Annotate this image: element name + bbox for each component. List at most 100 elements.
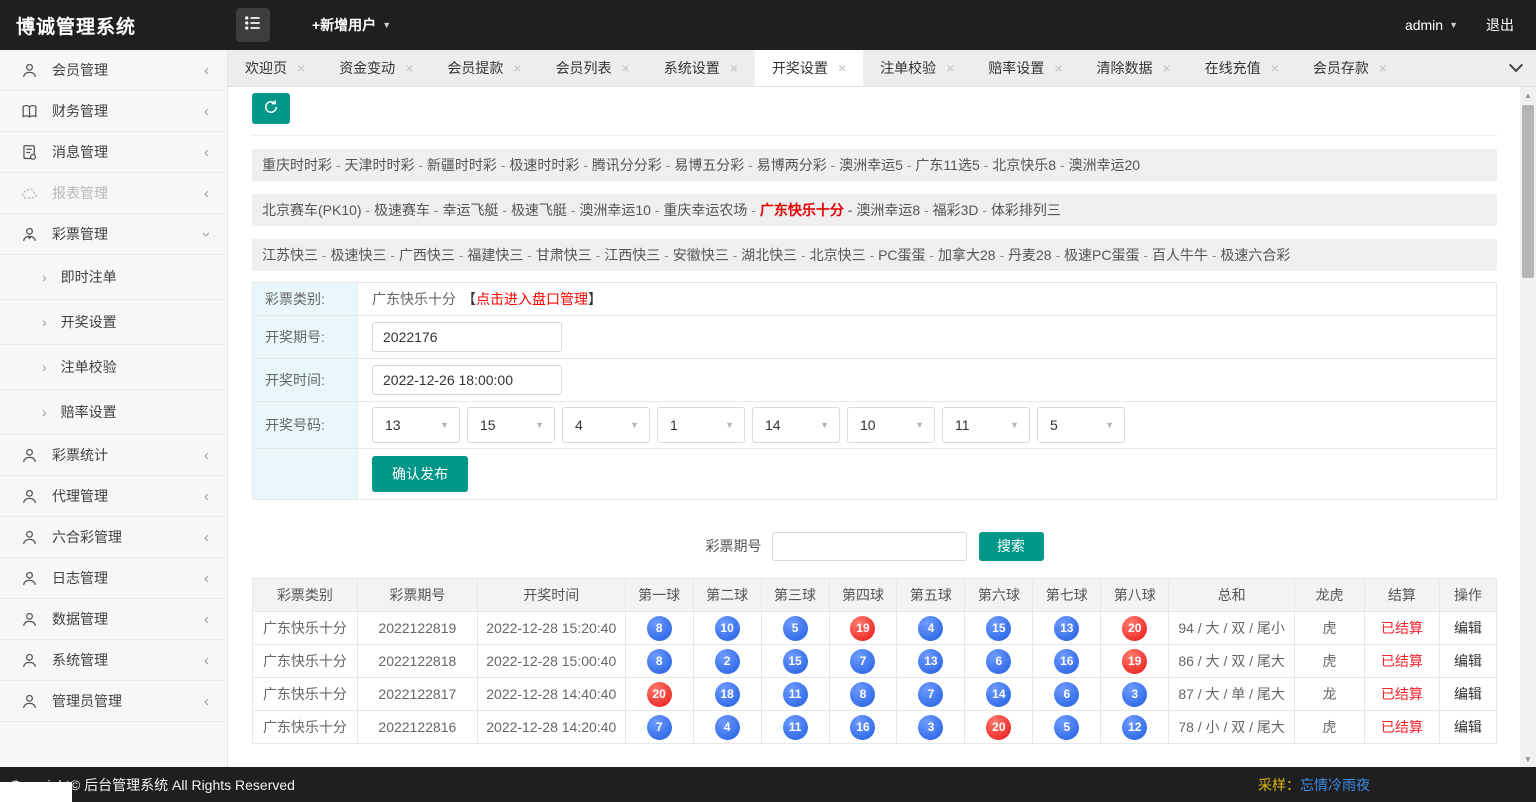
sidebar-item-log-mgmt[interactable]: 日志管理 ‹ (0, 558, 227, 599)
refresh-button[interactable] (252, 93, 290, 124)
add-user-button[interactable]: +新增用户 ▼ (312, 15, 391, 35)
scrollbar-thumb[interactable] (1522, 105, 1534, 278)
sidebar-item-data-mgmt[interactable]: 数据管理 ‹ (0, 599, 227, 640)
ball1-select[interactable]: 13 ▼ (372, 407, 460, 443)
scroll-down-icon[interactable]: ▼ (1520, 751, 1536, 767)
lottery-link[interactable]: 极速飞艇 (511, 202, 579, 218)
lottery-link-active[interactable]: 广东快乐十分 (760, 202, 856, 218)
lottery-link[interactable]: 百人牛牛 (1152, 247, 1220, 263)
lottery-link[interactable]: 重庆幸运农场 (663, 202, 759, 218)
user-menu[interactable]: admin ▼ (1405, 17, 1458, 33)
sidebar-item-agent-mgmt[interactable]: 代理管理 ‹ (0, 476, 227, 517)
sidebar-toggle-button[interactable] (236, 8, 270, 42)
sidebar-subitem-bet-check[interactable]: › 注单校验 (0, 345, 227, 390)
lottery-link[interactable]: 澳洲幸运20 (1068, 157, 1140, 173)
lottery-link[interactable]: 北京快三 (810, 247, 878, 263)
lottery-link[interactable]: 广东11选5 (915, 157, 992, 173)
lottery-link[interactable]: 天津时时彩 (344, 157, 426, 173)
sidebar-item-report-mgmt[interactable]: 报表管理 ‹ (0, 173, 227, 214)
lottery-link[interactable]: 湖北快三 (741, 247, 809, 263)
ball8-select[interactable]: 5 ▼ (1037, 407, 1125, 443)
close-icon[interactable]: × (622, 60, 630, 76)
lottery-link[interactable]: PC蛋蛋 (878, 247, 938, 263)
lottery-link[interactable]: 易博两分彩 (757, 157, 839, 173)
lottery-link[interactable]: 腾讯分分彩 (592, 157, 674, 173)
lottery-link[interactable]: 安徽快三 (673, 247, 741, 263)
edit-link[interactable]: 编辑 (1454, 686, 1482, 702)
close-icon[interactable]: × (1271, 60, 1279, 76)
draw-time-input[interactable] (372, 365, 562, 395)
close-icon[interactable]: × (1054, 60, 1062, 76)
vertical-scrollbar[interactable]: ▲ ▼ (1520, 87, 1536, 767)
search-button[interactable]: 搜索 (978, 531, 1044, 561)
lottery-link[interactable]: 极速时时彩 (509, 157, 591, 173)
close-icon[interactable]: × (946, 60, 954, 76)
issue-input[interactable] (372, 322, 562, 352)
lottery-link[interactable]: 福建快三 (467, 247, 535, 263)
lottery-link[interactable]: 北京赛车(PK10) (262, 202, 374, 218)
close-icon[interactable]: × (297, 60, 305, 76)
lottery-link[interactable]: 极速赛车 (374, 202, 442, 218)
edit-link[interactable]: 编辑 (1454, 620, 1482, 636)
close-icon[interactable]: × (1379, 60, 1387, 76)
ball6-select[interactable]: 10 ▼ (847, 407, 935, 443)
lottery-link[interactable]: 极速六合彩 (1220, 247, 1290, 263)
confirm-publish-button[interactable]: 确认发布 (372, 456, 468, 492)
edit-link[interactable]: 编辑 (1454, 653, 1482, 669)
lottery-link[interactable]: 重庆时时彩 (262, 157, 344, 173)
tab-odds-settings[interactable]: 赔率设置 × (971, 50, 1079, 86)
close-icon[interactable]: × (1163, 60, 1171, 76)
logout-button[interactable]: 退出 (1486, 15, 1514, 35)
tab-welcome[interactable]: 欢迎页 × (228, 50, 322, 86)
close-icon[interactable]: × (513, 60, 521, 76)
sidebar-item-mark6-mgmt[interactable]: 六合彩管理 ‹ (0, 517, 227, 558)
lottery-link[interactable]: 易博五分彩 (674, 157, 756, 173)
lottery-link[interactable]: 江西快三 (604, 247, 672, 263)
lottery-link[interactable]: 澳洲幸运8 (856, 202, 932, 218)
panel-mgmt-link[interactable]: 点击进入盘口管理 (476, 289, 588, 309)
lottery-link[interactable]: 加拿大28 (938, 247, 1008, 263)
lottery-link[interactable]: 澳洲幸运5 (839, 157, 915, 173)
ball5-select[interactable]: 14 ▼ (752, 407, 840, 443)
tab-member-deposit[interactable]: 会员存款 × (1296, 50, 1404, 86)
lottery-link[interactable]: 幸运飞艇 (442, 202, 510, 218)
ball2-select[interactable]: 15 ▼ (467, 407, 555, 443)
tab-fund-changes[interactable]: 资金变动 × (322, 50, 430, 86)
tab-bet-check[interactable]: 注单校验 × (863, 50, 971, 86)
lottery-link[interactable]: 福彩3D (933, 202, 991, 218)
issue-search-input[interactable] (771, 531, 967, 561)
ball7-select[interactable]: 11 ▼ (942, 407, 1030, 443)
sidebar-item-lottery-stats[interactable]: 彩票统计 ‹ (0, 435, 227, 476)
sidebar-subitem-instant-bets[interactable]: › 即时注单 (0, 255, 227, 300)
tab-clear-data[interactable]: 清除数据 × (1080, 50, 1188, 86)
lottery-link[interactable]: 极速快三 (330, 247, 398, 263)
lottery-link[interactable]: 新疆时时彩 (427, 157, 509, 173)
sidebar-item-finance-mgmt[interactable]: 财务管理 ‹ (0, 91, 227, 132)
lottery-link[interactable]: 体彩排列三 (991, 202, 1061, 218)
lottery-link[interactable]: 甘肃快三 (536, 247, 604, 263)
scroll-up-icon[interactable]: ▲ (1520, 87, 1536, 103)
sidebar-item-system-mgmt[interactable]: 系统管理 ‹ (0, 640, 227, 681)
lottery-link[interactable]: 极速PC蛋蛋 (1064, 247, 1152, 263)
sidebar-item-member-mgmt[interactable]: 会员管理 ‹ (0, 50, 227, 91)
lottery-link[interactable]: 江苏快三 (262, 247, 330, 263)
lottery-link[interactable]: 澳洲幸运10 (579, 202, 663, 218)
edit-link[interactable]: 编辑 (1454, 719, 1482, 735)
lottery-link[interactable]: 北京快乐8 (992, 157, 1068, 173)
tab-member-list[interactable]: 会员列表 × (539, 50, 647, 86)
close-icon[interactable]: × (838, 60, 846, 76)
ball3-select[interactable]: 4 ▼ (562, 407, 650, 443)
sidebar-item-message-mgmt[interactable]: 消息管理 ‹ (0, 132, 227, 173)
ball4-select[interactable]: 1 ▼ (657, 407, 745, 443)
close-icon[interactable]: × (730, 60, 738, 76)
sidebar-subitem-odds-settings[interactable]: › 赔率设置 (0, 390, 227, 435)
close-icon[interactable]: × (405, 60, 413, 76)
lottery-link[interactable]: 广西快三 (399, 247, 467, 263)
sidebar-item-lottery-mgmt[interactable]: 彩票管理 › (0, 214, 227, 255)
tab-member-withdraw[interactable]: 会员提款 × (430, 50, 538, 86)
tabs-collapse-button[interactable] (1496, 50, 1536, 86)
sidebar-subitem-draw-settings[interactable]: › 开奖设置 (0, 300, 227, 345)
sidebar-item-admin-mgmt[interactable]: 管理员管理 ‹ (0, 681, 227, 722)
tab-draw-settings[interactable]: 开奖设置 × (754, 50, 864, 86)
lottery-link[interactable]: 丹麦28 (1008, 247, 1064, 263)
